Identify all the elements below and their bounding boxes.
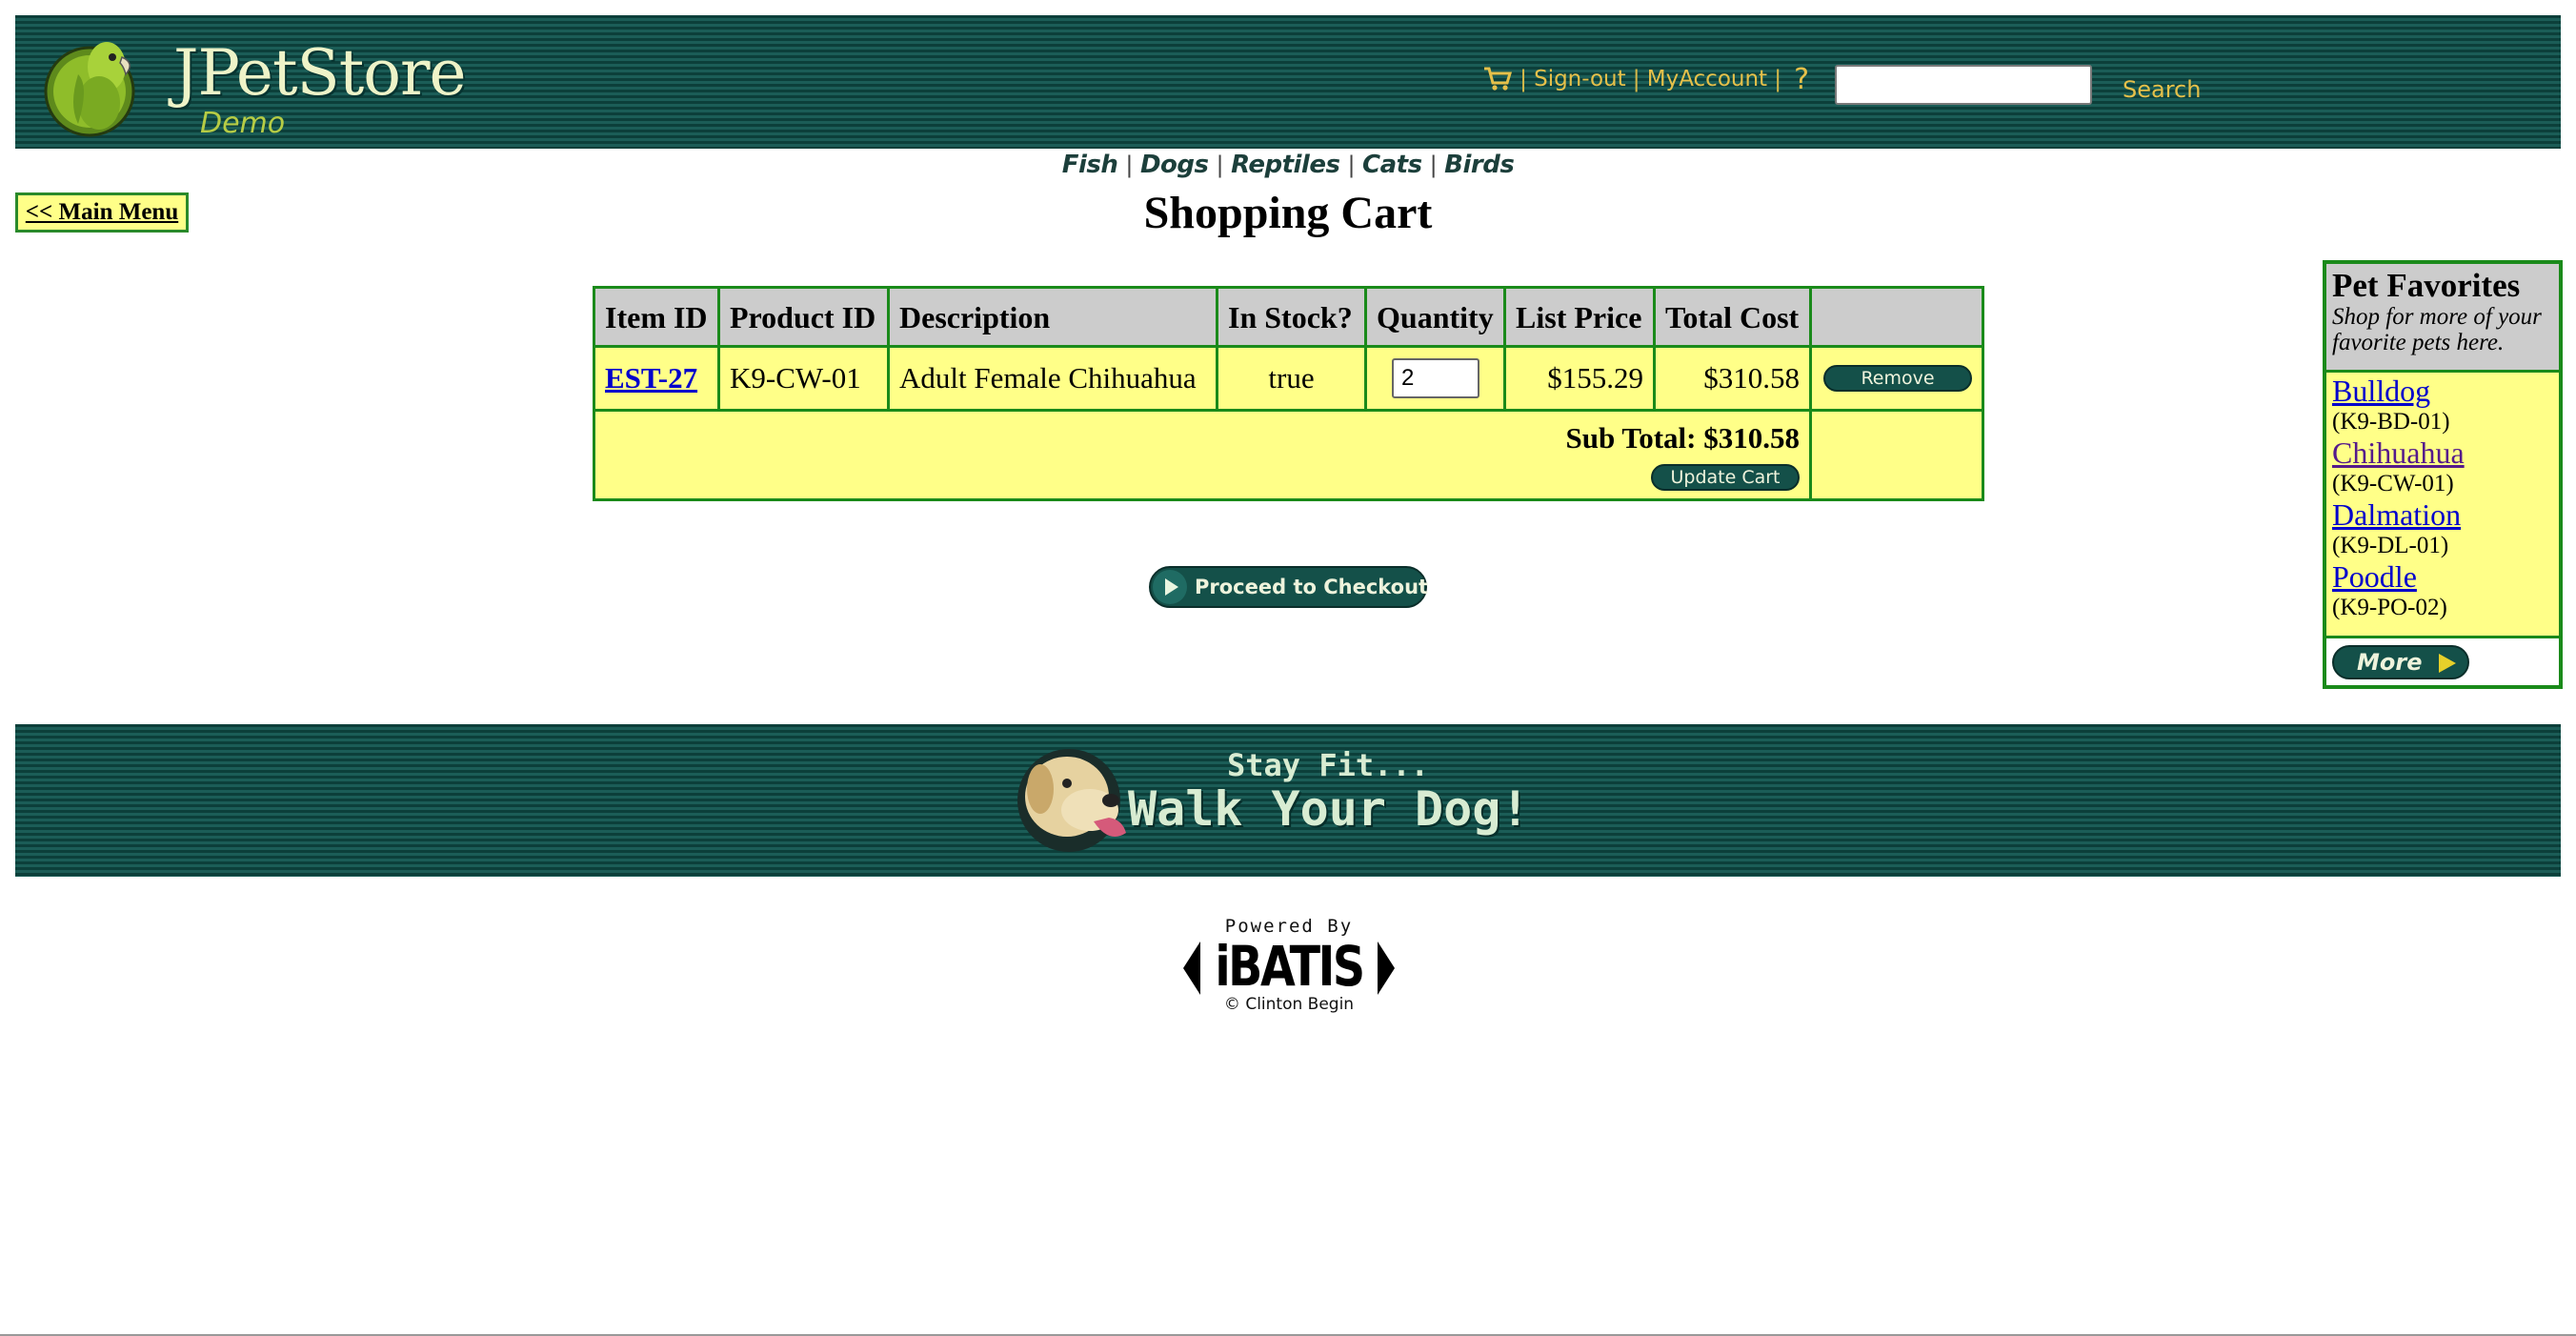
subtotal-cell: Sub Total: $310.58 Update Cart: [595, 412, 1812, 498]
category-reptiles[interactable]: Reptiles: [1231, 151, 1340, 179]
cell-in-stock: true: [1218, 348, 1367, 412]
header-bar: JPetStore Demo | Sign-out | MyAccount | …: [15, 15, 2561, 149]
item-id-link[interactable]: EST-27: [605, 361, 697, 395]
cell-list-price: $155.29: [1506, 348, 1656, 412]
help-icon[interactable]: ?: [1794, 63, 1809, 96]
cell-item-id: EST-27: [595, 348, 720, 412]
favorite-code: (K9-BD-01): [2332, 409, 2450, 435]
my-account-link[interactable]: MyAccount: [1647, 67, 1767, 91]
header-links: | Sign-out | MyAccount | ?: [1482, 55, 1809, 103]
favorites-list: Bulldog (K9-BD-01) Chihuahua (K9-CW-01) …: [2326, 374, 2559, 622]
sign-out-link[interactable]: Sign-out: [1534, 67, 1626, 91]
favorite-code: (K9-CW-01): [2332, 471, 2454, 496]
favorite-link-bulldog[interactable]: Bulldog: [2332, 374, 2553, 408]
favorites-more-cell: More: [2326, 636, 2559, 685]
logo-subtitle: Demo: [200, 107, 286, 140]
logo-wing-left: [1183, 941, 1200, 995]
walk-your-dog-banner: Stay Fit... Walk Your Dog!: [15, 724, 2561, 877]
subtotal-text: Sub Total: $310.58: [1565, 421, 1800, 455]
checkout-label: Proceed to Checkout: [1195, 576, 1429, 598]
category-separator: |: [1125, 152, 1133, 178]
cart-header-row: Item ID Product ID Description In Stock?…: [595, 289, 1982, 348]
favorite-code: (K9-DL-01): [2332, 533, 2449, 558]
ibatis-logo[interactable]: Powered By iBATIS © Clinton Begin: [1179, 915, 1399, 1029]
remove-button[interactable]: Remove: [1823, 365, 1972, 392]
logo-title: JPetStore: [173, 36, 467, 110]
search-input[interactable]: [1835, 65, 2092, 105]
category-nav: Fish | Dogs | Reptiles | Cats | Birds: [0, 151, 2576, 179]
favorite-link-poodle[interactable]: Poodle: [2332, 560, 2553, 594]
category-birds[interactable]: Birds: [1444, 151, 1515, 179]
quantity-input[interactable]: [1392, 358, 1479, 398]
column-header-actions: [1812, 289, 1982, 348]
cart-icon[interactable]: [1482, 66, 1513, 92]
favorite-link-dalmation[interactable]: Dalmation: [2332, 498, 2553, 532]
column-header-list-price: List Price: [1506, 289, 1656, 348]
favorite-code: (K9-PO-02): [2332, 595, 2447, 620]
favorites-header: Pet Favorites Shop for more of your favo…: [2326, 264, 2559, 373]
link-separator: |: [1774, 66, 1782, 92]
favorites-description: Shop for more of your favorite pets here…: [2332, 304, 2542, 355]
link-separator: |: [1519, 66, 1528, 92]
more-label: More: [2357, 649, 2423, 676]
proceed-to-checkout-button[interactable]: Proceed to Checkout: [1149, 566, 1429, 608]
column-header-description: Description: [890, 289, 1218, 348]
search-button[interactable]: Search: [2123, 76, 2201, 103]
page-title: Shopping Cart: [1143, 188, 1433, 238]
favorites-title: Pet Favorites: [2332, 267, 2521, 304]
category-separator: |: [1347, 152, 1356, 178]
column-header-total-cost: Total Cost: [1656, 289, 1812, 348]
category-fish[interactable]: Fish: [1062, 151, 1118, 179]
cell-total-cost: $310.58: [1656, 348, 1812, 412]
column-header-in-stock: In Stock?: [1218, 289, 1367, 348]
column-header-item-id: Item ID: [595, 289, 720, 348]
cell-quantity: [1367, 348, 1506, 412]
dog-head-icon: [1017, 749, 1126, 852]
ibatis-wordmark: iBATIS: [1215, 934, 1365, 999]
cell-product-id: K9-CW-01: [720, 348, 890, 412]
favorite-link-chihuahua[interactable]: Chihuahua: [2332, 436, 2553, 470]
arrow-right-icon: [2439, 654, 2456, 673]
cell-description: Adult Female Chihuahua: [890, 348, 1218, 412]
category-separator: |: [1429, 152, 1438, 178]
category-separator: |: [1216, 152, 1224, 178]
play-arrow-icon: [1153, 570, 1187, 604]
category-cats[interactable]: Cats: [1362, 151, 1422, 179]
link-separator: |: [1632, 66, 1640, 92]
more-button[interactable]: More: [2332, 645, 2469, 679]
column-header-product-id: Product ID: [720, 289, 890, 348]
banner-line-1: Stay Fit...: [1227, 747, 1429, 783]
jpetstore-logo[interactable]: JPetStore Demo: [40, 27, 467, 146]
column-header-quantity: Quantity: [1367, 289, 1506, 348]
cart-table: Item ID Product ID Description In Stock?…: [593, 286, 1984, 501]
update-cart-button[interactable]: Update Cart: [1651, 464, 1800, 491]
parrot-logo-icon: [44, 42, 135, 137]
cell-remove: Remove: [1812, 348, 1982, 412]
logo-wing-right: [1378, 941, 1395, 995]
pet-favorites-panel: Pet Favorites Shop for more of your favo…: [2323, 260, 2563, 689]
banner-line-2: Walk Your Dog!: [1128, 781, 1530, 837]
category-dogs[interactable]: Dogs: [1140, 151, 1209, 179]
